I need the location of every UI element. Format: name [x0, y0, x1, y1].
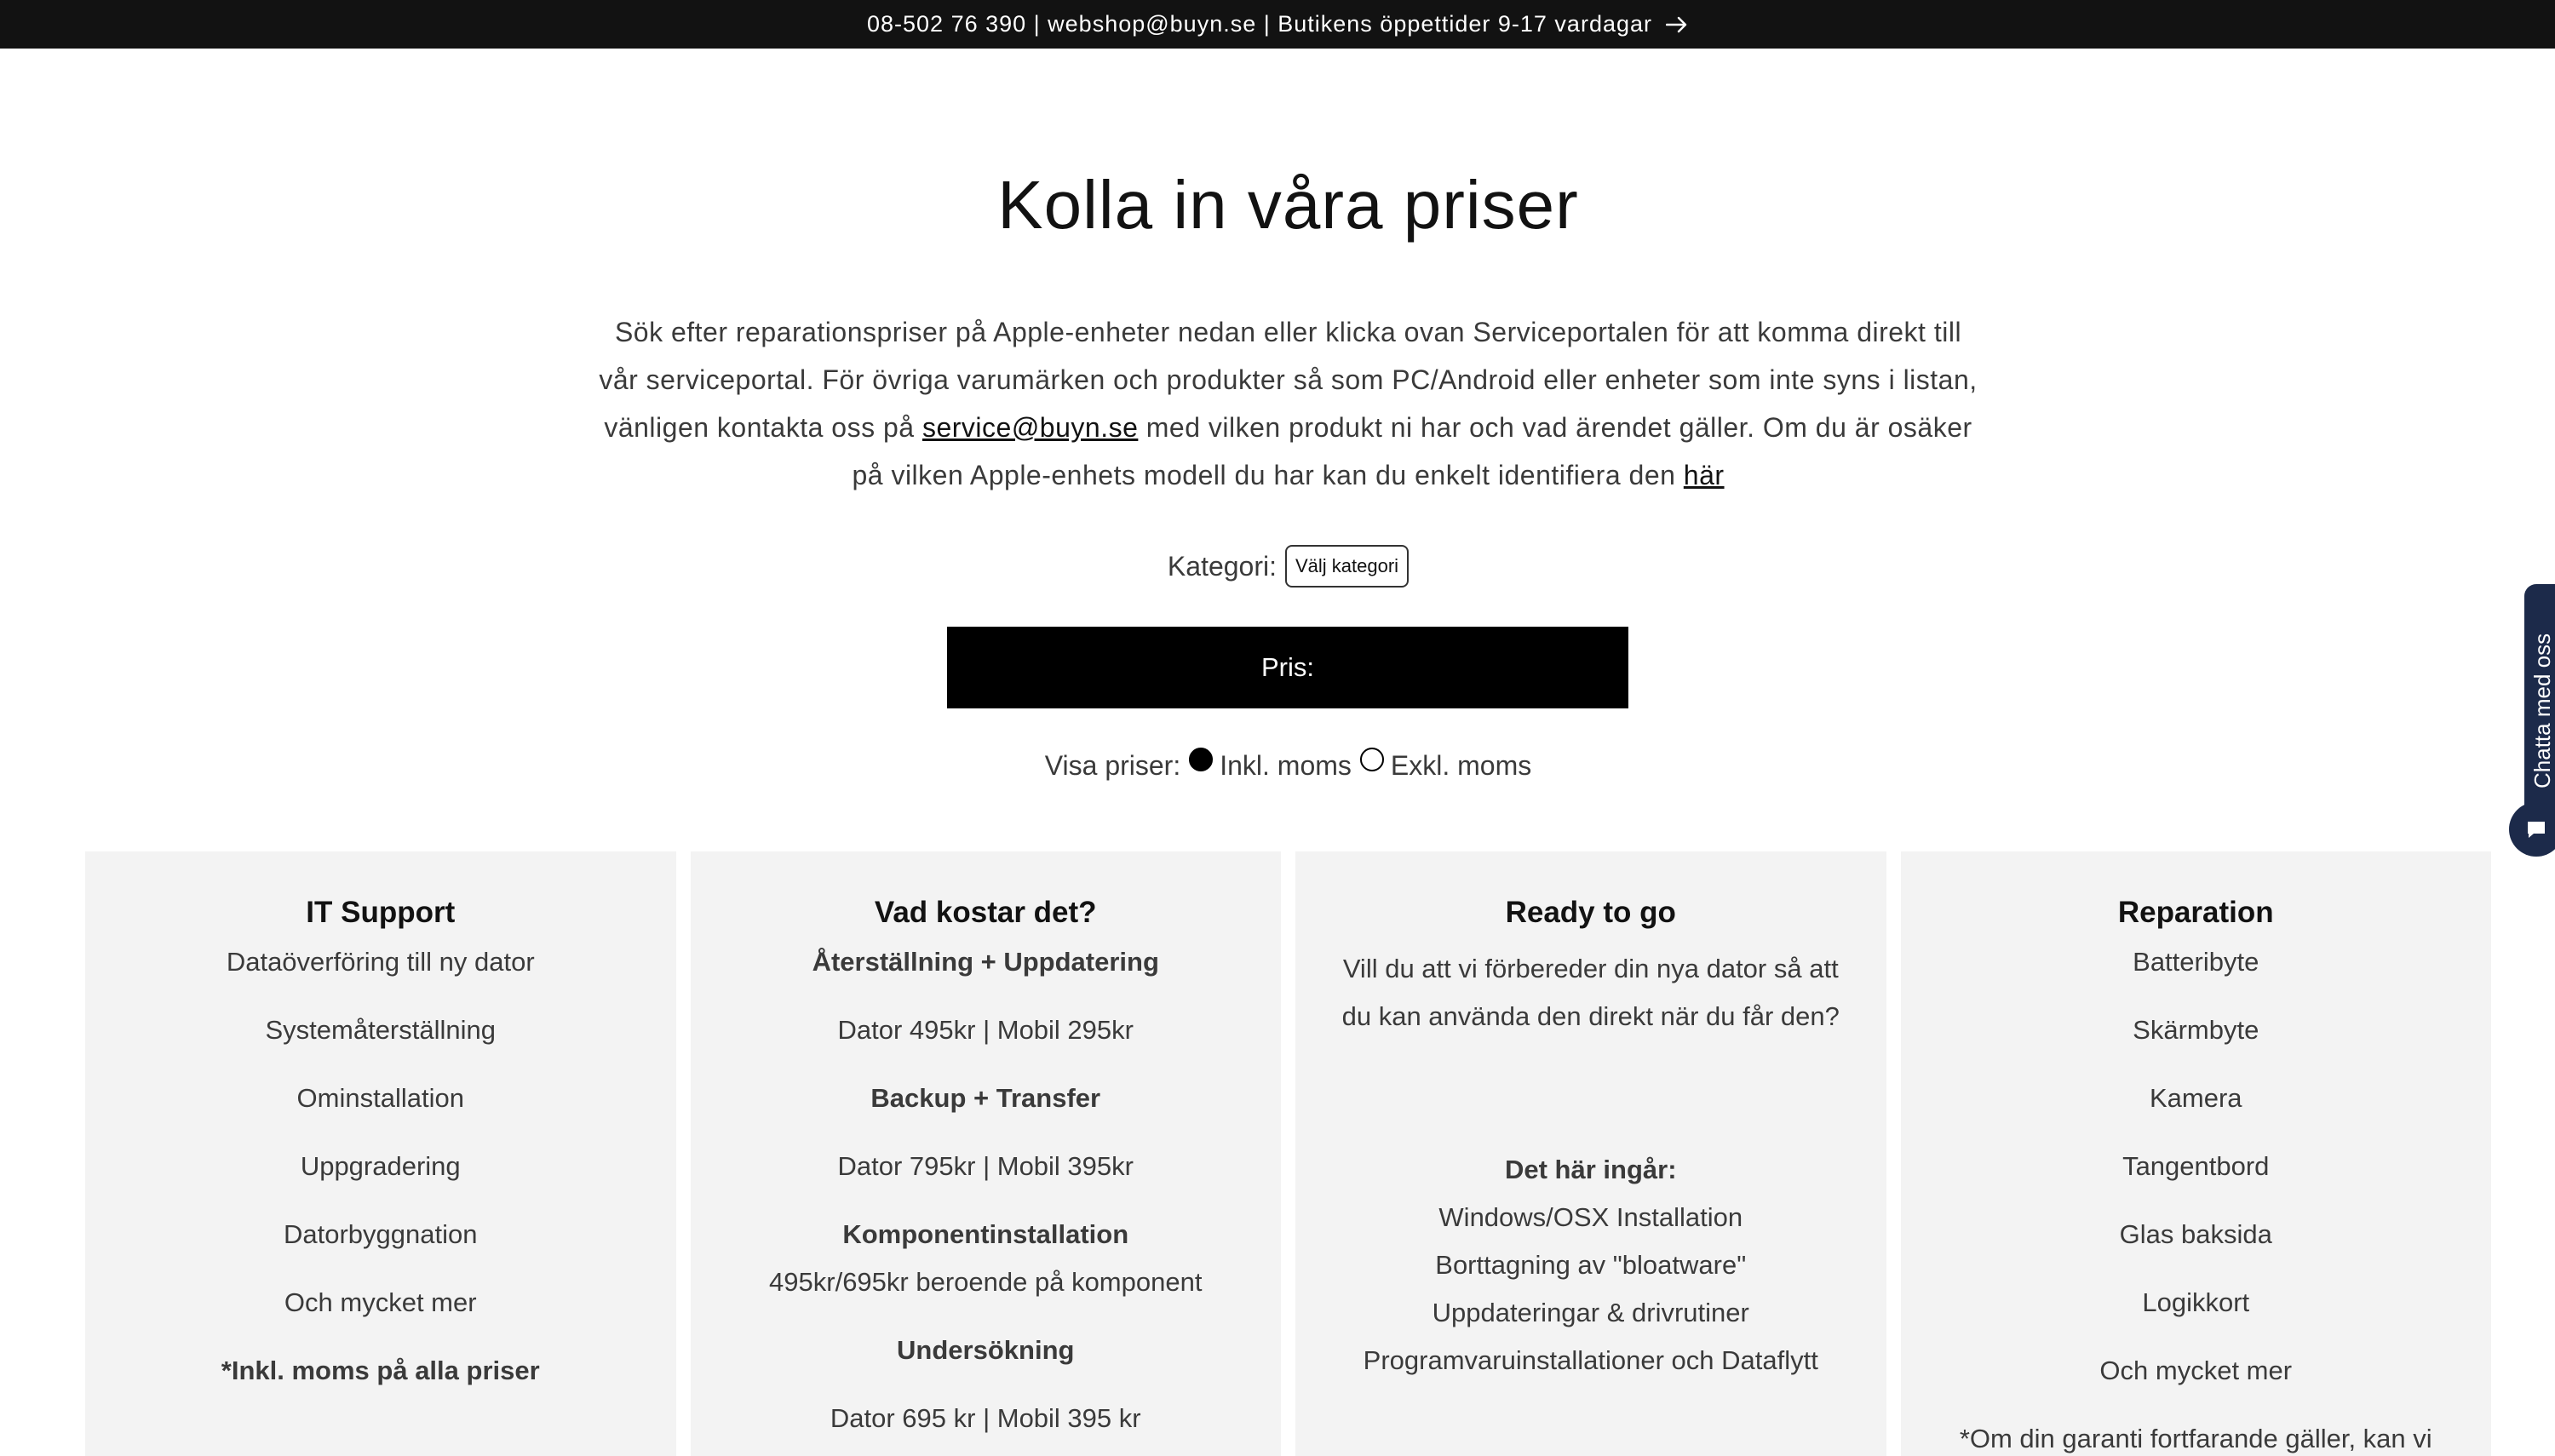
warranty-note: *Om din garanti fortfarande gäller, kan … [1959, 1424, 2432, 1453]
category-filter: Kategori: Välj kategori [0, 545, 2555, 588]
price-label: Pris: [1261, 652, 1314, 682]
service-cards: IT Support Dataöverföring till ny dator … [85, 851, 2491, 1456]
chat-button[interactable] [2509, 802, 2555, 857]
card-title: Vad kostar det? [874, 896, 1097, 929]
list-item: Batteribyte [2133, 947, 2259, 977]
list-item: Datorbyggnation [284, 1219, 478, 1249]
list-item: Tangentbord [2122, 1151, 2270, 1181]
service-heading: Komponentinstallation [842, 1219, 1129, 1249]
arrow-right-icon [1666, 16, 1687, 32]
identify-model-link[interactable]: här [1684, 460, 1725, 490]
list-item: Systemåterställning [265, 1015, 496, 1045]
vat-toggle: Visa priser: Inkl. moms Exkl. moms [0, 748, 2555, 783]
card-cost: Vad kostar det? Återställning + Uppdater… [690, 851, 1281, 1456]
list-item: Windows/OSX Installation [1438, 1202, 1743, 1232]
list-item: Programvaruinstallationer och Dataflytt [1363, 1345, 1818, 1375]
excl-vat-radio[interactable] [1359, 748, 1384, 771]
card-it-support: IT Support Dataöverföring till ny dator … [85, 851, 676, 1456]
ready-intro: Vill du att vi förbereder din nya dator … [1341, 954, 1840, 1031]
service-price: Dator 695 kr | Mobil 395 kr [830, 1403, 1141, 1433]
show-prices-label: Visa priser: [1044, 749, 1181, 781]
service-heading: Återställning + Uppdatering [812, 947, 1159, 977]
incl-vat-radio[interactable] [1189, 748, 1214, 771]
excl-vat-label[interactable]: Exkl. moms [1391, 750, 1531, 782]
category-select[interactable]: Välj kategori [1285, 545, 1410, 588]
list-item: Glas baksida [2119, 1219, 2272, 1249]
page-title: Kolla in våra priser [997, 167, 1579, 243]
service-heading: Backup + Transfer [870, 1083, 1101, 1113]
card-title: IT Support [306, 896, 456, 929]
list-item: Och mycket mer [284, 1287, 477, 1317]
card-title: Reparation [2117, 896, 2274, 929]
chat-tab-label: Chatta med oss [2529, 633, 2555, 788]
list-item: Borttagning av "bloatware" [1435, 1250, 1747, 1280]
list-item: Skärmbyte [2133, 1015, 2259, 1045]
announcement-bar[interactable]: 08-502 76 390 | webshop@buyn.se | Butike… [0, 0, 2555, 49]
intro-text: Sök efter reparationspriser på Apple-enh… [596, 308, 1980, 499]
list-item: Kamera [2149, 1083, 2242, 1113]
chat-bubble-icon [2528, 822, 2545, 838]
list-item: Uppgradering [300, 1151, 461, 1181]
service-price: Dator 795kr | Mobil 395kr [837, 1151, 1134, 1181]
price-display: Pris: [947, 627, 1628, 708]
list-item: Dataöverföring till ny dator [226, 947, 535, 977]
card-repair: Reparation Batteribyte Skärmbyte Kamera … [1900, 851, 2491, 1456]
card-title: Ready to go [1505, 896, 1676, 929]
list-item: Och mycket mer [2099, 1356, 2293, 1385]
service-heading: Undersökning [897, 1335, 1075, 1365]
announcement-text: 08-502 76 390 | webshop@buyn.se | Butike… [867, 11, 1652, 37]
chat-tab[interactable]: Chatta med oss [2524, 584, 2555, 823]
list-item: Uppdateringar & drivrutiner [1432, 1298, 1749, 1327]
service-price: 495kr/695kr beroende på komponent [769, 1267, 1203, 1297]
list-item: Logikkort [2142, 1287, 2250, 1317]
incl-vat-label[interactable]: Inkl. moms [1220, 750, 1352, 782]
vat-note: *Inkl. moms på alla priser [221, 1356, 540, 1385]
included-heading: Det här ingår: [1504, 1155, 1677, 1184]
category-label: Kategori: [1167, 550, 1277, 582]
list-item: Ominstallation [296, 1083, 464, 1113]
service-email-link[interactable]: service@buyn.se [922, 412, 1138, 443]
card-ready-to-go: Ready to go Vill du att vi förbereder di… [1295, 851, 1886, 1456]
service-price: Dator 495kr | Mobil 295kr [837, 1015, 1134, 1045]
